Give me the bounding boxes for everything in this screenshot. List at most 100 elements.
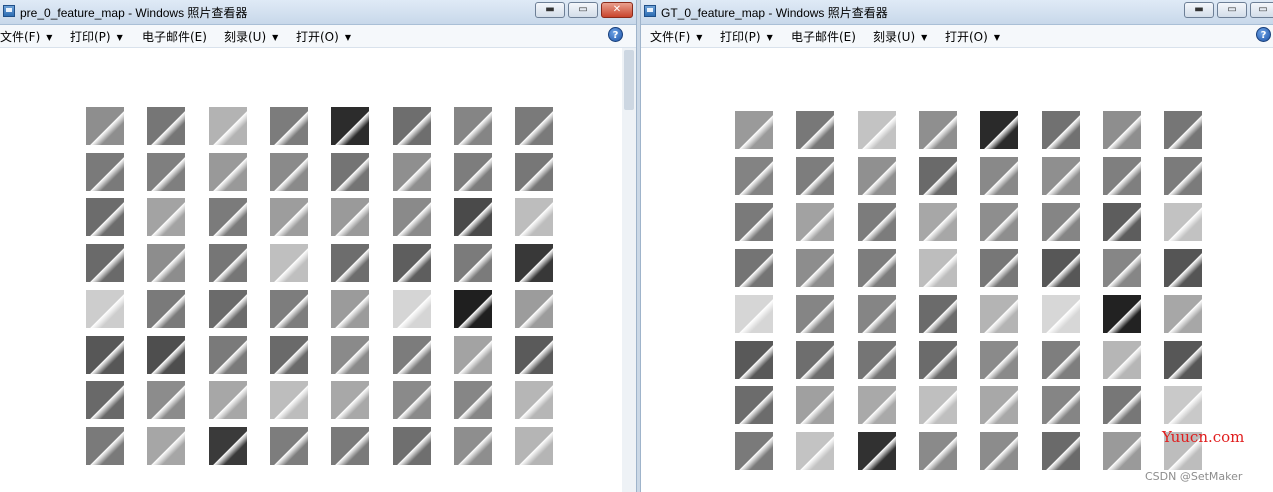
feature-map-tile <box>796 294 835 333</box>
menu-email[interactable]: 电子邮件(E) <box>791 28 856 45</box>
chevron-down-icon: ▼ <box>46 33 53 42</box>
minimize-button[interactable]: ▬ <box>1184 2 1214 18</box>
feature-map-tile <box>1102 156 1141 195</box>
feature-map-tile <box>392 335 431 374</box>
help-icon[interactable]: ? <box>608 27 623 42</box>
menu-burn-label: 刻录(U) <box>224 30 267 44</box>
feature-map-tile <box>857 340 896 379</box>
feature-map-tile <box>1164 248 1203 287</box>
feature-map-tile <box>208 244 247 283</box>
title-bar[interactable]: pre_0_feature_map - Windows 照片查看器 ▬ ▭ ✕ <box>0 0 636 25</box>
feature-map-tile <box>147 244 186 283</box>
title-bar[interactable]: GT_0_feature_map - Windows 照片查看器 ▬ ▭ ▭ <box>641 0 1273 25</box>
feature-map-tile <box>453 198 492 237</box>
feature-map-tile <box>796 248 835 287</box>
feature-map-tile <box>918 202 957 241</box>
feature-map-tile <box>1041 111 1080 149</box>
feature-map-tile <box>515 381 554 420</box>
menu-burn-label: 刻录(U) <box>873 30 916 44</box>
feature-map-tile <box>1041 156 1080 195</box>
feature-map-tile <box>1041 340 1080 379</box>
feature-map-tile <box>269 289 308 328</box>
help-icon[interactable]: ? <box>1256 27 1271 42</box>
menu-email-label: 电子邮件(E) <box>142 30 207 44</box>
feature-map-tile <box>918 386 957 425</box>
menu-open-label: 打开(O) <box>296 30 339 44</box>
feature-map-tile <box>208 381 247 420</box>
feature-map-tile <box>331 335 370 374</box>
feature-map-tile <box>735 248 773 287</box>
feature-map-tile <box>86 107 124 145</box>
feature-map-tile <box>735 432 773 471</box>
feature-map-tile <box>857 294 896 333</box>
feature-map-tile <box>1164 340 1203 379</box>
feature-map-tile <box>331 152 370 191</box>
feature-map-tile <box>980 202 1019 241</box>
chevron-down-icon: ▼ <box>344 33 351 42</box>
window-title: pre_0_feature_map - Windows 照片查看器 <box>20 6 248 20</box>
feature-map-tile <box>453 381 492 420</box>
feature-map-tile <box>857 386 896 425</box>
feature-map-tile <box>515 107 554 145</box>
watermark-csdn: CSDN @SetMaker <box>1145 470 1243 483</box>
feature-map-tile <box>980 294 1019 333</box>
menu-print[interactable]: 打印(P) ▼ <box>720 28 773 45</box>
feature-map-tile <box>515 426 554 465</box>
feature-map-tile <box>515 152 554 191</box>
app-icon <box>3 5 15 17</box>
menu-open[interactable]: 打开(O) ▼ <box>296 28 351 45</box>
maximize-button[interactable]: ▭ <box>568 2 598 18</box>
feature-map-tile <box>331 426 370 465</box>
menu-open[interactable]: 打开(O) ▼ <box>945 28 1000 45</box>
feature-map-tile <box>86 426 124 465</box>
feature-map-tile <box>1102 202 1141 241</box>
feature-map-tile <box>392 289 431 328</box>
feature-map-tile <box>857 248 896 287</box>
feature-map-tile <box>392 244 431 283</box>
menu-email[interactable]: 电子邮件(E) <box>142 28 207 45</box>
feature-map-tile <box>918 294 957 333</box>
feature-map-tile <box>857 111 896 149</box>
feature-map-tile <box>918 111 957 149</box>
feature-map-tile <box>857 156 896 195</box>
feature-map-tile <box>147 381 186 420</box>
maximize-button[interactable]: ▭ <box>1217 2 1247 18</box>
chevron-down-icon: ▼ <box>921 33 928 42</box>
menu-burn[interactable]: 刻录(U) ▼ <box>873 28 927 45</box>
feature-map-tile <box>208 335 247 374</box>
menu-print[interactable]: 打印(P) ▼ <box>70 28 123 45</box>
feature-map-tile <box>1041 294 1080 333</box>
feature-map-tile <box>796 386 835 425</box>
feature-map-tile <box>1041 248 1080 287</box>
menu-file[interactable]: 文件(F) ▼ <box>650 28 702 45</box>
close-button[interactable]: ✕ <box>601 2 633 18</box>
menu-print-label: 打印(P) <box>720 30 761 44</box>
restore-button[interactable]: ▭ <box>1250 2 1273 18</box>
feature-map-tile <box>1164 111 1203 149</box>
feature-map-tile <box>392 152 431 191</box>
feature-map-tile <box>331 244 370 283</box>
minimize-button[interactable]: ▬ <box>535 2 565 18</box>
feature-map-tile <box>980 111 1019 149</box>
menu-file[interactable]: 文件(F) ▼ <box>0 28 52 45</box>
feature-map-tile <box>331 198 370 237</box>
menu-burn[interactable]: 刻录(U) ▼ <box>224 28 278 45</box>
watermark-site: Yuucn.com <box>1162 428 1245 446</box>
feature-map-tile <box>918 248 957 287</box>
feature-map-tile <box>147 152 186 191</box>
feature-map-tile <box>980 432 1019 471</box>
menu-print-label: 打印(P) <box>70 30 111 44</box>
feature-map-tile <box>269 381 308 420</box>
feature-map-tile <box>392 198 431 237</box>
menu-email-label: 电子邮件(E) <box>791 30 856 44</box>
feature-map-tile <box>208 107 247 145</box>
feature-map-tile <box>918 432 957 471</box>
window-title: GT_0_feature_map - Windows 照片查看器 <box>661 6 888 20</box>
feature-map-tile <box>980 248 1019 287</box>
feature-map-tile <box>453 152 492 191</box>
feature-map-tile <box>269 426 308 465</box>
feature-map-tile <box>918 340 957 379</box>
feature-map-tile <box>269 335 308 374</box>
scrollbar-track[interactable] <box>622 48 636 492</box>
scrollbar-thumb[interactable] <box>624 50 634 110</box>
